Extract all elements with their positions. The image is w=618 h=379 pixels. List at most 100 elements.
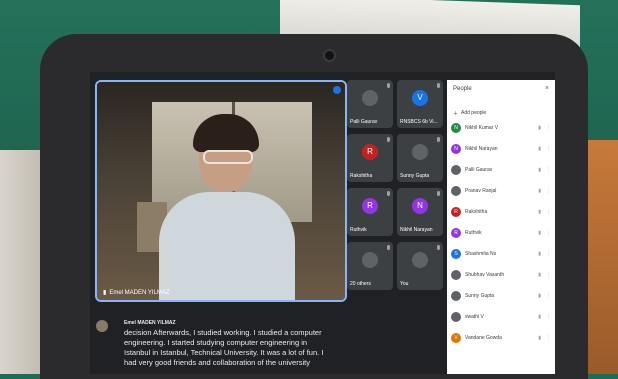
participant-tile[interactable]: V RNSBCS 6b Vi... bbox=[397, 80, 443, 128]
list-item[interactable]: R Rakshitha ▮ ⋮ bbox=[451, 204, 551, 220]
pin-icon[interactable] bbox=[333, 86, 341, 94]
meet-screen: ▮ Emel MADEN YILMAZ Palli Gaurav V RNSBC… bbox=[90, 72, 555, 374]
mic-icon bbox=[437, 191, 440, 196]
avatar bbox=[451, 291, 461, 301]
participant-tile[interactable]: R Rakshitha bbox=[347, 134, 393, 182]
avatar bbox=[451, 165, 461, 175]
mic-icon bbox=[437, 137, 440, 142]
main-speaker-tile[interactable]: ▮ Emel MADEN YILMAZ bbox=[95, 80, 347, 302]
speaker-glasses bbox=[203, 150, 253, 164]
more-icon[interactable]: ⋮ bbox=[546, 230, 551, 236]
avatar: R bbox=[362, 198, 378, 214]
people-title: People bbox=[453, 86, 472, 92]
participant-tile[interactable]: Sunny Gupta bbox=[397, 134, 443, 182]
participant-name: Nikhil Narayan bbox=[400, 227, 433, 233]
list-item[interactable]: N Nikhil Kumar V ▮ ⋮ bbox=[451, 120, 551, 136]
mic-icon bbox=[437, 245, 440, 250]
mic-icon: ▮ bbox=[103, 290, 107, 296]
avatar: V bbox=[451, 333, 461, 343]
avatar bbox=[362, 252, 378, 268]
mic-icon[interactable]: ▮ bbox=[538, 188, 541, 194]
participant-name: Shashmita Ns bbox=[465, 251, 497, 257]
more-icon[interactable]: ⋮ bbox=[546, 146, 551, 152]
avatar bbox=[451, 312, 461, 322]
webcam bbox=[323, 49, 336, 62]
more-icon[interactable]: ⋮ bbox=[546, 335, 551, 341]
people-panel: People × ＋ Add people N Nikhil Kumar V ▮… bbox=[447, 80, 555, 374]
list-item[interactable]: Shubhav Vasanth ▮ ⋮ bbox=[451, 267, 551, 283]
more-icon[interactable]: ⋮ bbox=[546, 125, 551, 131]
more-icon[interactable]: ⋮ bbox=[546, 251, 551, 257]
more-icon[interactable]: ⋮ bbox=[546, 314, 551, 320]
avatar: N bbox=[451, 144, 461, 154]
avatar bbox=[412, 252, 428, 268]
captions-area: Emel MADEN YILMAZ decision Afterwards, I… bbox=[90, 302, 447, 374]
mic-icon bbox=[387, 191, 390, 196]
avatar: R bbox=[451, 228, 461, 238]
mic-icon[interactable]: ▮ bbox=[538, 293, 541, 299]
list-item[interactable]: V Vandane Gowda ▮ ⋮ bbox=[451, 330, 551, 346]
mic-icon[interactable]: ▮ bbox=[538, 335, 541, 341]
mic-icon bbox=[387, 137, 390, 142]
avatar: N bbox=[412, 198, 428, 214]
more-icon[interactable]: ⋮ bbox=[546, 167, 551, 173]
add-people-label: Add people bbox=[461, 110, 487, 116]
caption-text: decision Afterwards, I studied working. … bbox=[124, 328, 324, 367]
more-icon[interactable]: ⋮ bbox=[546, 293, 551, 299]
avatar: R bbox=[362, 144, 378, 160]
more-icon[interactable]: ⋮ bbox=[546, 272, 551, 278]
caption-speaker-name: Emel MADEN YILMAZ bbox=[124, 320, 176, 326]
list-item[interactable]: Palli Gaurav ▮ ⋮ bbox=[451, 162, 551, 178]
main-speaker-label: ▮ Emel MADEN YILMAZ bbox=[103, 289, 170, 297]
participant-tile[interactable]: You bbox=[397, 242, 443, 290]
caption-speaker-avatar bbox=[96, 320, 108, 332]
participant-name: Pranav Ranjal bbox=[465, 188, 497, 194]
mic-icon[interactable]: ▮ bbox=[538, 230, 541, 236]
more-icon[interactable]: ⋮ bbox=[546, 209, 551, 215]
avatar bbox=[451, 186, 461, 196]
participant-name: Vandane Gowda bbox=[465, 335, 502, 341]
mic-icon[interactable]: ▮ bbox=[538, 167, 541, 173]
participant-name: swathi V bbox=[465, 314, 484, 320]
avatar: S bbox=[451, 249, 461, 259]
avatar bbox=[412, 144, 428, 160]
speaker-body bbox=[159, 192, 295, 300]
mic-icon[interactable]: ▮ bbox=[538, 209, 541, 215]
participant-name: Palli Gaurav bbox=[350, 119, 378, 125]
mic-icon bbox=[387, 245, 390, 250]
participant-name: Sunny Gupta bbox=[400, 173, 430, 179]
mic-icon bbox=[437, 83, 440, 88]
mic-icon[interactable]: ▮ bbox=[538, 272, 541, 278]
add-people-button[interactable]: ＋ Add people bbox=[453, 110, 486, 117]
mic-icon bbox=[387, 83, 390, 88]
close-icon[interactable]: × bbox=[545, 85, 549, 92]
participant-tile[interactable]: 20 others bbox=[347, 242, 393, 290]
participant-tile[interactable]: N Nikhil Narayan bbox=[397, 188, 443, 236]
mic-icon[interactable]: ▮ bbox=[538, 125, 541, 131]
participant-name: Sunny Gupta bbox=[465, 293, 495, 299]
participant-tile[interactable]: R Ruthvik bbox=[347, 188, 393, 236]
main-speaker-name: Emel MADEN YILMAZ bbox=[109, 289, 170, 296]
add-person-icon: ＋ bbox=[453, 111, 459, 117]
avatar: V bbox=[412, 90, 428, 106]
list-item[interactable]: Pranav Ranjal ▮ ⋮ bbox=[451, 183, 551, 199]
participant-name: Nikhil Kumar V bbox=[465, 125, 499, 131]
participant-tile[interactable]: Palli Gaurav bbox=[347, 80, 393, 128]
list-item[interactable]: N Nikhil Narayan ▮ ⋮ bbox=[451, 141, 551, 157]
participant-name: Nikhil Narayan bbox=[465, 146, 498, 152]
participant-name: Palli Gaurav bbox=[465, 167, 493, 173]
more-icon[interactable]: ⋮ bbox=[546, 188, 551, 194]
avatar: R bbox=[451, 207, 461, 217]
mic-icon[interactable]: ▮ bbox=[538, 314, 541, 320]
list-item[interactable]: R Ruthvik ▮ ⋮ bbox=[451, 225, 551, 241]
mic-icon[interactable]: ▮ bbox=[538, 146, 541, 152]
mic-icon[interactable]: ▮ bbox=[538, 251, 541, 257]
list-item[interactable]: S Shashmita Ns ▮ ⋮ bbox=[451, 246, 551, 262]
participant-name: Rakshitha bbox=[350, 173, 373, 179]
avatar: N bbox=[451, 123, 461, 133]
avatar bbox=[451, 270, 461, 280]
participant-name: Shubhav Vasanth bbox=[465, 272, 505, 278]
participant-name: Ruthvik bbox=[350, 227, 367, 233]
list-item[interactable]: swathi V ▮ ⋮ bbox=[451, 309, 551, 325]
list-item[interactable]: Sunny Gupta ▮ ⋮ bbox=[451, 288, 551, 304]
